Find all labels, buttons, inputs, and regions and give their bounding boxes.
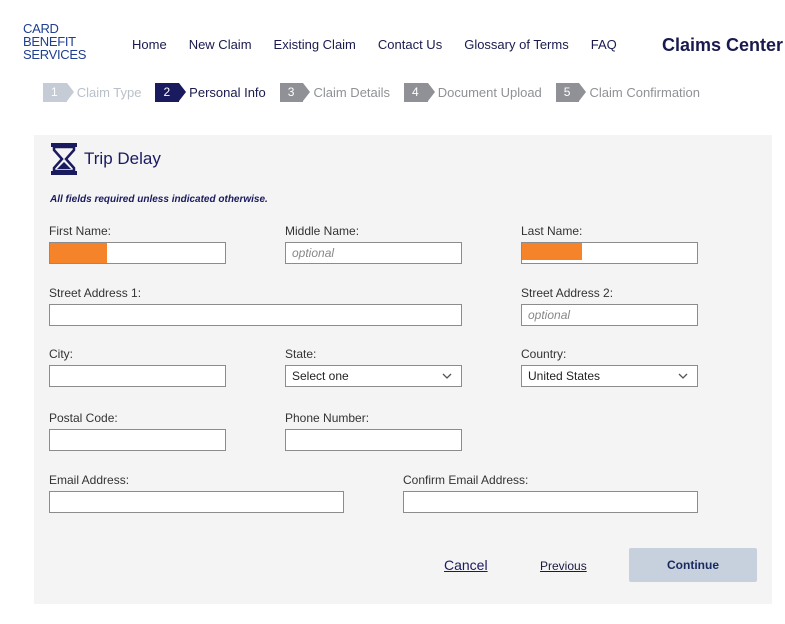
nav-existing-claim[interactable]: Existing Claim <box>274 37 356 52</box>
previous-button[interactable]: Previous <box>540 559 587 573</box>
last-name-label: Last Name: <box>521 224 583 238</box>
street2-group: Street Address 2: optional <box>521 286 698 326</box>
step-document-upload[interactable]: 4 Document Upload <box>404 83 542 102</box>
hourglass-icon <box>51 143 77 175</box>
nav-contact-us[interactable]: Contact Us <box>378 37 442 52</box>
email-confirm-label: Confirm Email Address: <box>403 473 529 487</box>
phone-input[interactable] <box>285 429 462 451</box>
step-claim-confirmation[interactable]: 5 Claim Confirmation <box>555 83 701 102</box>
postal-input[interactable] <box>49 429 226 451</box>
country-label: Country: <box>521 347 567 361</box>
step-claim-type[interactable]: 1 Claim Type <box>43 83 141 102</box>
progress-steps: 1 Claim Type 2 Personal Info 3 Claim Det… <box>43 83 714 102</box>
middle-name-label: Middle Name: <box>285 224 360 238</box>
nav-glossary[interactable]: Glossary of Terms <box>464 37 569 52</box>
country-selected: United States <box>528 369 601 383</box>
country-select[interactable]: United States <box>521 365 698 387</box>
step-number: 3 <box>279 83 311 102</box>
email-confirm-group: Confirm Email Address: <box>403 473 698 513</box>
step-number: 5 <box>555 83 587 102</box>
form-title: Trip Delay <box>50 142 161 176</box>
email-confirm-input[interactable] <box>403 491 698 513</box>
first-name-label: First Name: <box>49 224 112 238</box>
last-name-group: Last Name: <box>521 224 698 264</box>
top-nav: Home New Claim Existing Claim Contact Us… <box>132 37 639 52</box>
chevron-down-icon <box>442 373 452 379</box>
form-title-text: Trip Delay <box>84 149 161 168</box>
continue-button[interactable]: Continue <box>629 548 757 582</box>
required-note: All fields required unless indicated oth… <box>50 194 268 205</box>
state-group: State: Select one <box>285 347 462 387</box>
country-group: Country: United States <box>521 347 698 387</box>
city-input[interactable] <box>49 365 226 387</box>
step-label: Claim Details <box>313 85 391 100</box>
redacted-value <box>50 243 107 263</box>
page-title: Claims Center <box>662 35 784 55</box>
brand-line-2: SERVICES <box>23 47 87 62</box>
state-selected: Select one <box>292 369 349 383</box>
brand-logo[interactable]: CARD BENEFIT SERVICES <box>23 22 113 61</box>
brand-line-1: CARD BENEFIT <box>23 21 76 49</box>
email-label: Email Address: <box>49 473 130 487</box>
step-number: 4 <box>404 83 435 102</box>
street1-group: Street Address 1: <box>49 286 462 326</box>
state-select[interactable]: Select one <box>285 365 462 387</box>
state-label: State: <box>285 347 317 361</box>
city-label: City: <box>49 347 73 361</box>
middle-name-input[interactable]: optional <box>285 242 462 264</box>
postal-label: Postal Code: <box>49 411 118 425</box>
city-group: City: <box>49 347 226 387</box>
middle-name-group: Middle Name: optional <box>285 224 462 264</box>
step-number: 2 <box>155 83 186 102</box>
chevron-down-icon <box>678 373 688 379</box>
claim-form-panel: Trip Delay All fields required unless in… <box>34 135 772 604</box>
first-name-input[interactable] <box>49 242 226 264</box>
nav-faq[interactable]: FAQ <box>591 37 617 52</box>
postal-group: Postal Code: <box>49 411 226 451</box>
step-personal-info[interactable]: 2 Personal Info <box>155 83 266 102</box>
street1-label: Street Address 1: <box>49 286 142 300</box>
nav-home[interactable]: Home <box>132 37 167 52</box>
street2-label: Street Address 2: <box>521 286 614 300</box>
step-claim-details[interactable]: 3 Claim Details <box>279 83 391 102</box>
nav-new-claim[interactable]: New Claim <box>189 37 252 52</box>
email-group: Email Address: <box>49 473 344 513</box>
cancel-button[interactable]: Cancel <box>444 557 488 573</box>
email-input[interactable] <box>49 491 344 513</box>
redacted-value <box>522 243 582 260</box>
step-number: 1 <box>43 83 74 102</box>
step-label: Claim Type <box>76 85 142 100</box>
street1-input[interactable] <box>49 304 462 326</box>
step-label: Claim Confirmation <box>589 85 701 100</box>
step-label: Personal Info <box>189 85 266 100</box>
phone-label: Phone Number: <box>285 411 370 425</box>
street2-input[interactable]: optional <box>521 304 698 326</box>
step-label: Document Upload <box>437 85 542 100</box>
first-name-group: First Name: <box>49 224 226 264</box>
phone-group: Phone Number: <box>285 411 462 451</box>
last-name-input[interactable] <box>521 242 698 264</box>
